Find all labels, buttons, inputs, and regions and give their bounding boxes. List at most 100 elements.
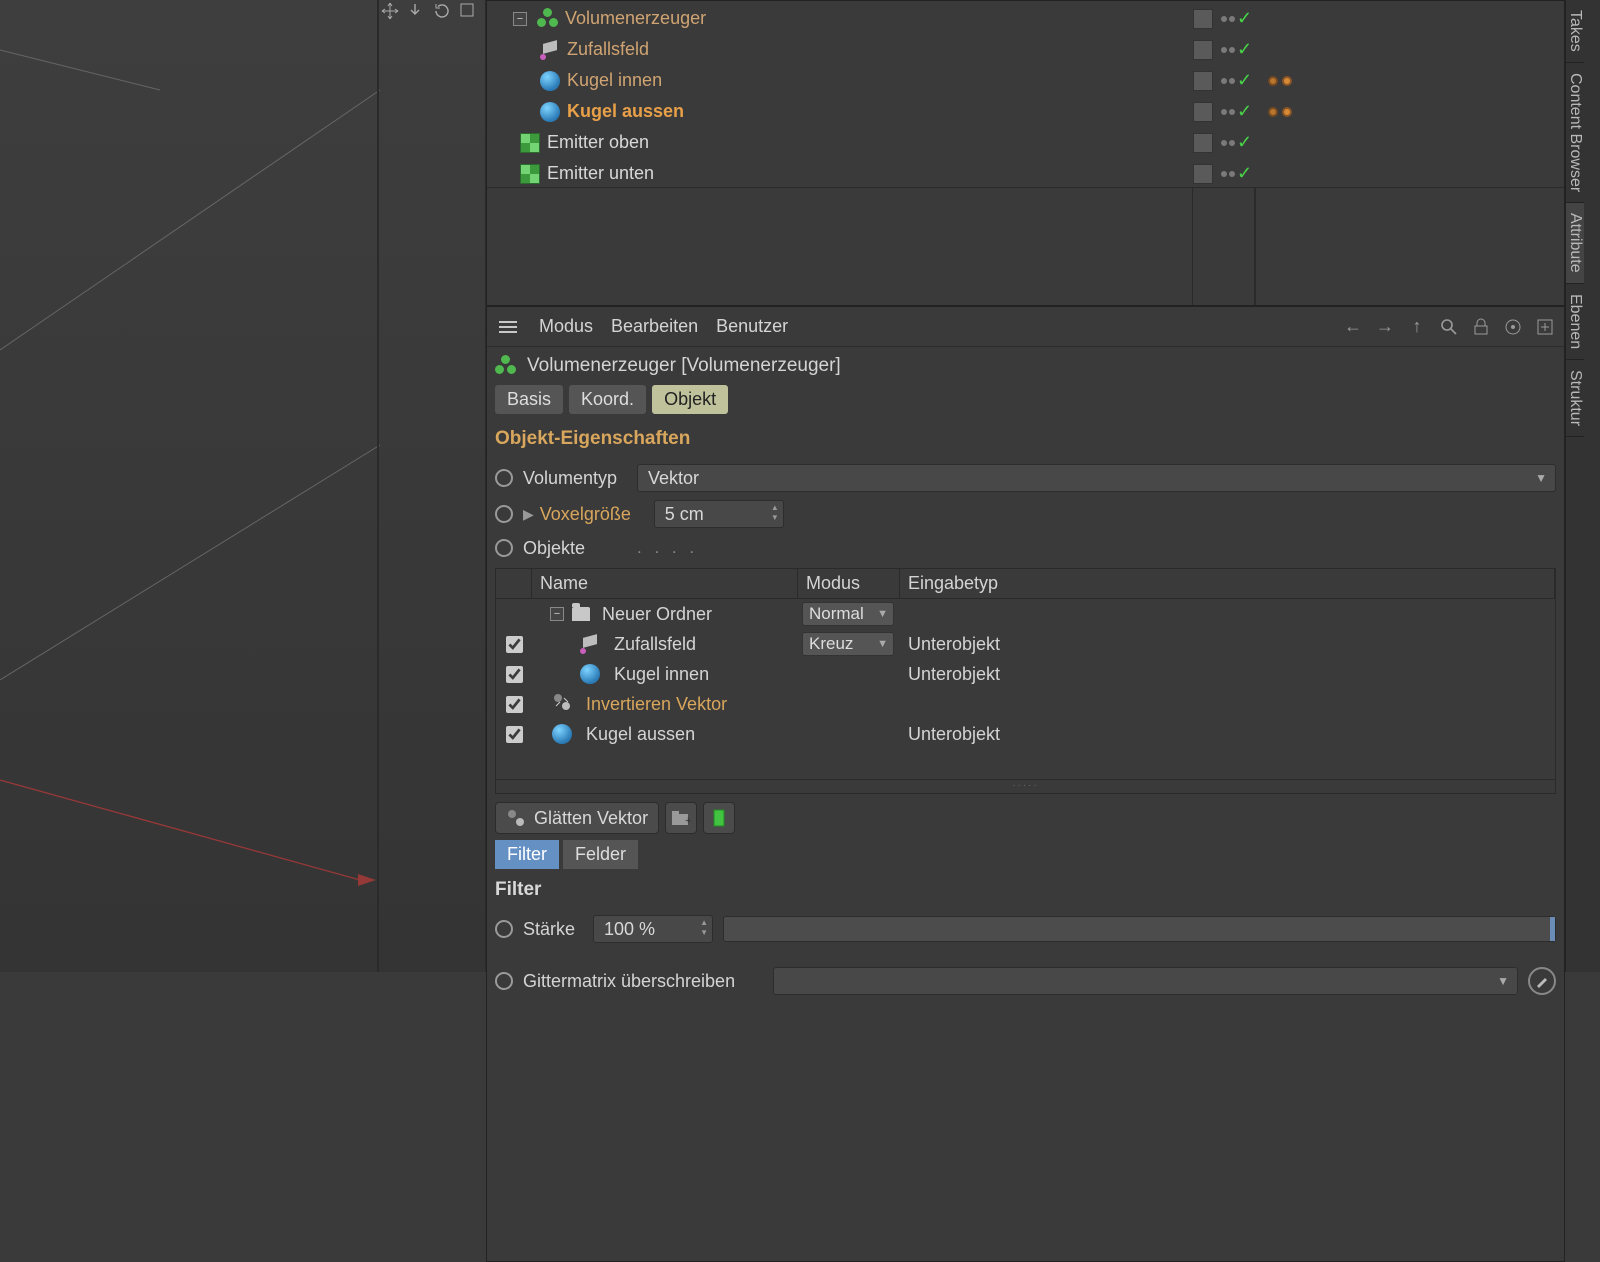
menu-bearbeiten[interactable]: Bearbeiten bbox=[611, 316, 698, 337]
add-folder-button[interactable]: + bbox=[665, 802, 697, 834]
expand-toggle[interactable]: − bbox=[550, 607, 564, 621]
vtab-ebenen[interactable]: Ebenen bbox=[1566, 284, 1584, 360]
hamburger-menu-icon[interactable] bbox=[495, 317, 521, 337]
header-name: Name bbox=[532, 569, 798, 598]
enable-checkbox[interactable] bbox=[506, 696, 523, 713]
list-row-kugel-innen[interactable]: Kugel innen Unterobjekt bbox=[496, 659, 1555, 689]
layer-toggle[interactable] bbox=[1193, 71, 1213, 91]
tree-item-label: Volumenerzeuger bbox=[565, 8, 706, 29]
spinner-icon[interactable]: ▲▼ bbox=[771, 503, 779, 523]
anim-dot[interactable] bbox=[495, 469, 513, 487]
vtab-struktur[interactable]: Struktur bbox=[1566, 360, 1584, 437]
list-item-type: Unterobjekt bbox=[900, 634, 1555, 655]
input-staerke[interactable]: 100 % ▲▼ bbox=[593, 915, 713, 943]
subtab-felder[interactable]: Felder bbox=[563, 840, 638, 869]
visibility-check-icon[interactable]: ✓ bbox=[1237, 163, 1252, 184]
tab-basis[interactable]: Basis bbox=[495, 385, 563, 414]
enable-checkbox[interactable] bbox=[506, 666, 523, 683]
visibility-check-icon[interactable]: ✓ bbox=[1237, 132, 1252, 153]
rotate-tool-icon[interactable] bbox=[433, 2, 455, 22]
subtab-filter[interactable]: Filter bbox=[495, 840, 559, 869]
layer-toggle[interactable] bbox=[1193, 133, 1213, 153]
lock-icon[interactable] bbox=[1470, 316, 1492, 338]
viewport[interactable] bbox=[0, 0, 486, 972]
search-icon[interactable] bbox=[1438, 316, 1460, 338]
attribute-manager: Modus Bearbeiten Benutzer ← → ↑ Volumene… bbox=[486, 306, 1565, 1262]
link-field-gittermatrix[interactable]: ▼ bbox=[773, 967, 1518, 995]
label-volumentyp: Volumentyp bbox=[523, 468, 627, 489]
list-row-invertieren[interactable]: Invertieren Vektor bbox=[496, 689, 1555, 719]
vtab-takes[interactable]: Takes bbox=[1566, 0, 1584, 63]
picker-button[interactable] bbox=[1528, 967, 1556, 995]
tree-item-kugel-aussen[interactable]: Kugel aussen ✓ bbox=[487, 96, 1564, 127]
enable-checkbox[interactable] bbox=[506, 726, 523, 743]
select-volumentyp[interactable]: Vektor ▼ bbox=[637, 464, 1556, 492]
list-row-kugel-aussen[interactable]: Kugel aussen Unterobjekt bbox=[496, 719, 1555, 749]
frame-tool-icon[interactable] bbox=[459, 2, 481, 22]
visibility-check-icon[interactable]: ✓ bbox=[1237, 8, 1252, 29]
mode-select[interactable]: Kreuz▼ bbox=[802, 632, 894, 656]
label-gittermatrix: Gittermatrix überschreiben bbox=[523, 971, 763, 992]
attribute-title: Volumenerzeuger [Volumenerzeuger] bbox=[527, 355, 841, 377]
expand-arrow-icon[interactable]: ▶ bbox=[523, 506, 534, 523]
object-tags[interactable] bbox=[1268, 76, 1292, 86]
vtab-attribute[interactable]: Attribute bbox=[1566, 203, 1584, 284]
list-item-label: Kugel aussen bbox=[586, 724, 695, 745]
menu-benutzer[interactable]: Benutzer bbox=[716, 316, 788, 337]
random-field-icon bbox=[580, 634, 600, 654]
object-tags[interactable] bbox=[1268, 107, 1292, 117]
volume-generator-icon bbox=[495, 355, 517, 377]
smooth-vector-icon bbox=[506, 808, 526, 828]
slider-staerke[interactable] bbox=[723, 916, 1556, 942]
button-label: Glätten Vektor bbox=[534, 808, 648, 829]
header-eingabetyp: Eingabetyp bbox=[900, 569, 1555, 598]
visibility-check-icon[interactable]: ✓ bbox=[1237, 101, 1252, 122]
delete-button[interactable] bbox=[703, 802, 735, 834]
anim-dot[interactable] bbox=[495, 972, 513, 990]
input-voxelgroesse[interactable]: 5 cm ▲▼ bbox=[654, 500, 784, 528]
anim-dot[interactable] bbox=[495, 539, 513, 557]
new-window-icon[interactable] bbox=[1534, 316, 1556, 338]
object-manager: − Volumenerzeuger ✓ Zufallsfeld ✓ Kugel … bbox=[486, 0, 1565, 306]
tree-item-label: Kugel innen bbox=[567, 70, 662, 91]
tree-item-kugel-innen[interactable]: Kugel innen ✓ bbox=[487, 65, 1564, 96]
prop-staerke: Stärke 100 % ▲▼ bbox=[487, 911, 1564, 947]
nav-forward-icon[interactable]: → bbox=[1374, 316, 1396, 338]
layer-toggle[interactable] bbox=[1193, 40, 1213, 60]
chevron-down-icon: ▼ bbox=[1535, 471, 1547, 485]
label-staerke: Stärke bbox=[523, 919, 583, 940]
down-tool-icon[interactable] bbox=[407, 2, 429, 22]
visibility-check-icon[interactable]: ✓ bbox=[1237, 70, 1252, 91]
enable-checkbox[interactable] bbox=[506, 636, 523, 653]
tree-item-emitter-oben[interactable]: Emitter oben ✓ bbox=[487, 127, 1564, 158]
expand-toggle[interactable]: − bbox=[513, 12, 527, 26]
tab-objekt[interactable]: Objekt bbox=[652, 385, 728, 414]
object-tree: − Volumenerzeuger ✓ Zufallsfeld ✓ Kugel … bbox=[487, 1, 1564, 189]
spinner-icon[interactable]: ▲▼ bbox=[700, 918, 708, 938]
input-value: 100 % bbox=[604, 919, 655, 940]
anim-dot[interactable] bbox=[495, 505, 513, 523]
nav-up-icon[interactable]: ↑ bbox=[1406, 316, 1428, 338]
target-icon[interactable] bbox=[1502, 316, 1524, 338]
volume-generator-icon bbox=[537, 8, 559, 30]
vtab-content-browser[interactable]: Content Browser bbox=[1566, 63, 1584, 203]
glaetten-vektor-button[interactable]: Glätten Vektor bbox=[495, 802, 659, 834]
mode-select[interactable]: Normal▼ bbox=[802, 602, 894, 626]
list-resize-handle[interactable]: ····· bbox=[496, 779, 1555, 793]
tab-koord[interactable]: Koord. bbox=[569, 385, 646, 414]
list-row-folder[interactable]: − Neuer Ordner Normal▼ bbox=[496, 599, 1555, 629]
move-tool-icon[interactable] bbox=[381, 2, 403, 22]
tree-item-volumenerzeuger[interactable]: − Volumenerzeuger ✓ bbox=[487, 3, 1564, 34]
anim-dot[interactable] bbox=[495, 920, 513, 938]
visibility-check-icon[interactable]: ✓ bbox=[1237, 39, 1252, 60]
layer-toggle[interactable] bbox=[1193, 102, 1213, 122]
list-row-zufallsfeld[interactable]: Zufallsfeld Kreuz▼ Unterobjekt bbox=[496, 629, 1555, 659]
tree-item-zufallsfeld[interactable]: Zufallsfeld ✓ bbox=[487, 34, 1564, 65]
layer-toggle[interactable] bbox=[1193, 9, 1213, 29]
layer-toggle[interactable] bbox=[1193, 164, 1213, 184]
nav-back-icon[interactable]: ← bbox=[1342, 316, 1364, 338]
attribute-menu-bar: Modus Bearbeiten Benutzer ← → ↑ bbox=[487, 307, 1564, 347]
tree-item-emitter-unten[interactable]: Emitter unten ✓ bbox=[487, 158, 1564, 189]
menu-modus[interactable]: Modus bbox=[539, 316, 593, 337]
right-sidebar-tabs: Takes Content Browser Attribute Ebenen S… bbox=[1565, 0, 1600, 972]
